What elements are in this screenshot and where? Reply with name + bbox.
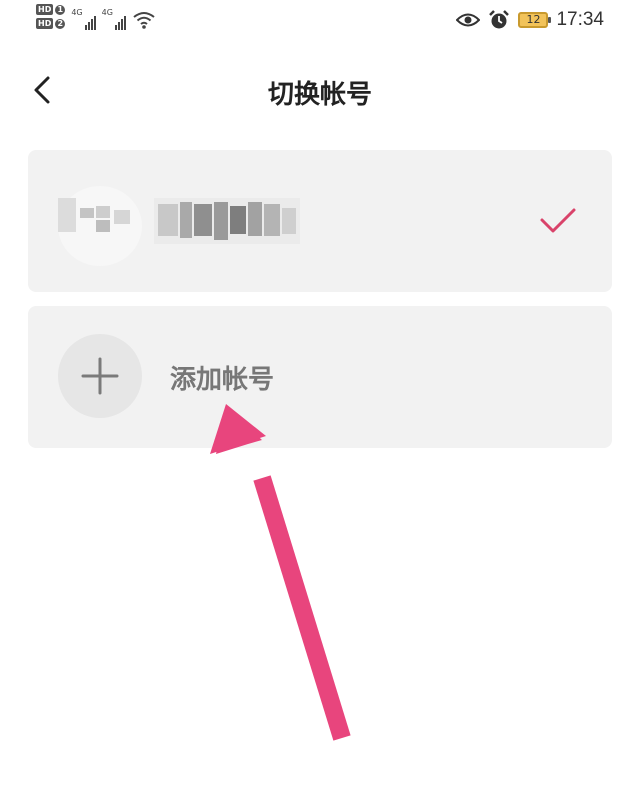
signal-strength-1-icon: 4G	[71, 8, 96, 30]
sim-indicators: HD 1 HD 2	[36, 4, 66, 29]
sim1-number: 1	[55, 4, 66, 15]
network1-label: 4G	[71, 8, 83, 17]
page-title: 切换帐号	[267, 80, 372, 110]
sim2-hd-badge: HD	[36, 18, 54, 29]
add-account-label: 添加帐号	[170, 365, 275, 395]
avatar	[58, 186, 142, 266]
eye-icon	[456, 13, 481, 27]
alarm-icon	[489, 10, 510, 29]
plus-icon	[81, 357, 119, 395]
account-name-blurred	[154, 198, 300, 244]
status-right: 12 17:34	[456, 9, 604, 31]
account-item-current[interactable]	[28, 150, 612, 292]
sim2-indicator: HD 2	[36, 18, 66, 29]
battery-icon: 12	[518, 12, 552, 28]
status-time: 17:34	[556, 9, 604, 30]
wifi-icon	[133, 12, 155, 29]
page-header: 切换帐号	[0, 56, 640, 126]
checkmark-icon	[540, 208, 576, 233]
sim2-number: 2	[55, 18, 66, 29]
signal-strength-2-icon: 4G	[102, 8, 126, 30]
status-left: HD 1 HD 2 4G 4G	[36, 4, 156, 30]
status-bar: HD 1 HD 2 4G 4G 12 17:34	[0, 0, 640, 44]
sim1-hd-badge: HD	[36, 4, 54, 15]
network2-label: 4G	[101, 8, 113, 17]
add-account-circle	[58, 334, 142, 418]
annotation-arrow-icon	[210, 404, 351, 741]
sim1-indicator: HD 1	[36, 4, 66, 15]
